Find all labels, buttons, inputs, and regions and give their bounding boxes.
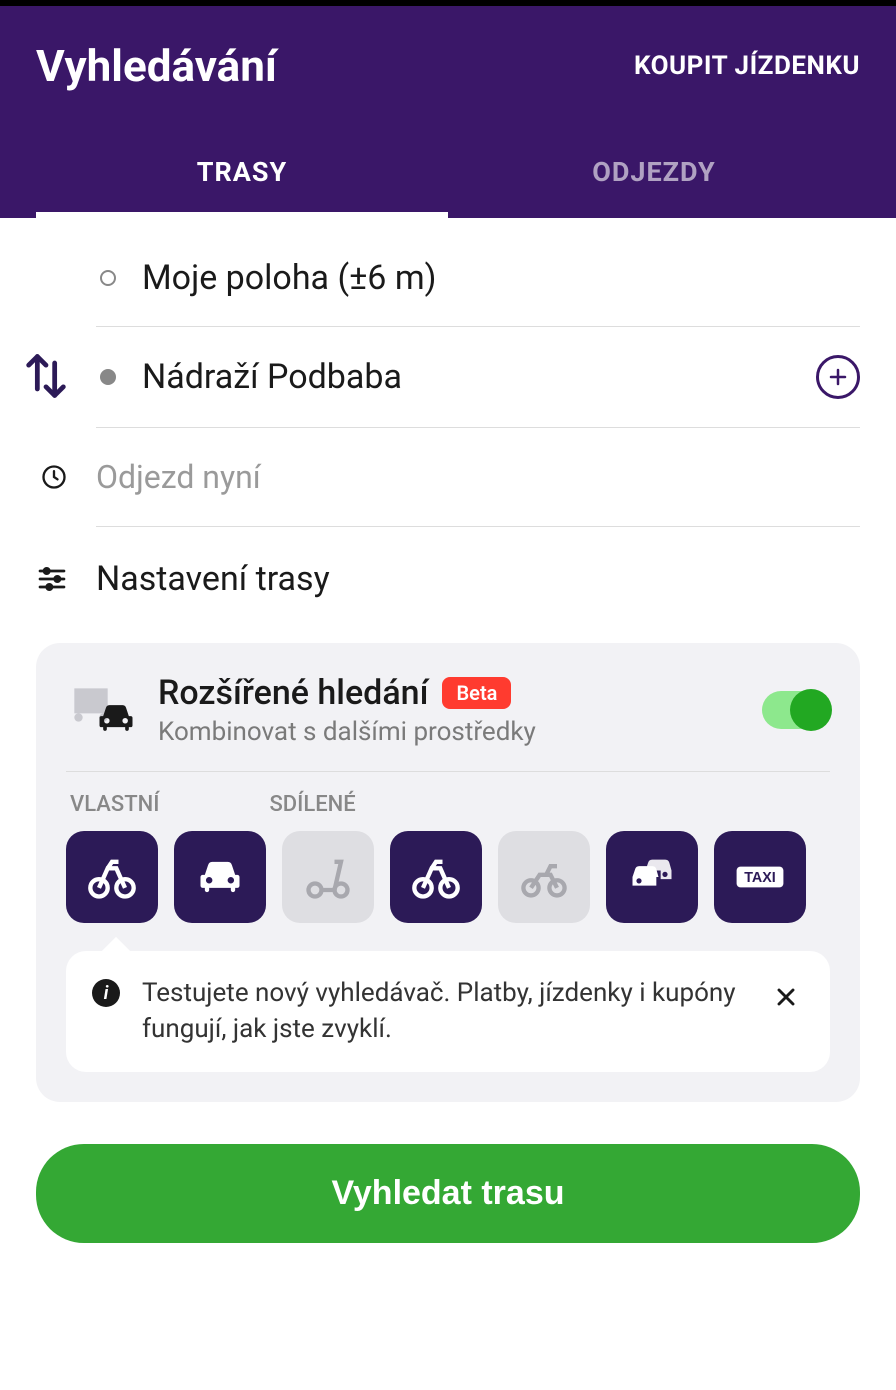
- bike-icon: [86, 851, 138, 903]
- origin-marker-icon: [100, 270, 116, 286]
- destination-marker-icon: [100, 369, 116, 385]
- from-field: Moje poloha (±6 m): [142, 258, 860, 298]
- info-icon: i: [92, 979, 120, 1007]
- close-icon: [772, 983, 800, 1011]
- card-subtitle: Kombinovat s dalšími prostředky: [158, 717, 742, 747]
- label-shared: SDÍLENÉ: [269, 792, 355, 817]
- to-row[interactable]: Nádraží Podbaba: [96, 327, 860, 428]
- page-title: Vyhledávání: [36, 40, 277, 92]
- route-settings-row[interactable]: Nastavení trasy: [36, 527, 860, 623]
- bike-icon: [410, 851, 462, 903]
- tab-departures[interactable]: ODJEZDY: [448, 132, 860, 218]
- motorbike-icon: [518, 851, 570, 903]
- swap-icon: [20, 350, 72, 402]
- note-text: Testujete nový vyhledávač. Platby, jízde…: [142, 975, 746, 1048]
- mode-own-car[interactable]: [174, 831, 266, 923]
- mode-taxi[interactable]: TAXI: [714, 831, 806, 923]
- time-row[interactable]: Odjezd nyní: [96, 428, 860, 527]
- search-route-button[interactable]: Vyhledat trasu: [36, 1144, 860, 1243]
- extended-search-card: Rozšířené hledání Beta Kombinovat s dalš…: [36, 643, 860, 1102]
- toggle-knob: [790, 689, 832, 731]
- tab-bar: TRASY ODJEZDY: [36, 132, 860, 218]
- to-field: Nádraží Podbaba: [142, 357, 816, 397]
- close-note-button[interactable]: [768, 979, 804, 1019]
- mode-shared-bike[interactable]: [390, 831, 482, 923]
- taxi-icon: TAXI: [734, 851, 786, 903]
- route-settings-label: Nastavení trasy: [96, 559, 330, 599]
- time-field: Odjezd nyní: [96, 458, 261, 496]
- scooter-icon: [302, 851, 354, 903]
- plus-icon: [826, 365, 850, 389]
- mode-row: TAXI: [66, 831, 830, 923]
- add-via-button[interactable]: [816, 355, 860, 399]
- car-icon: [194, 851, 246, 903]
- beta-note: i Testujete nový vyhledávač. Platby, jíz…: [66, 951, 830, 1072]
- from-row[interactable]: Moje poloha (±6 m): [96, 218, 860, 327]
- card-title: Rozšířené hledání: [158, 673, 428, 713]
- mode-shared-motorbike[interactable]: [498, 831, 590, 923]
- carshare-icon: [626, 851, 678, 903]
- mode-shared-scooter[interactable]: [282, 831, 374, 923]
- label-own: VLASTNÍ: [70, 792, 159, 817]
- beta-badge: Beta: [442, 677, 511, 709]
- svg-text:TAXI: TAXI: [744, 870, 776, 886]
- transport-combo-icon: [66, 680, 138, 740]
- mode-own-bike[interactable]: [66, 831, 158, 923]
- tab-routes[interactable]: TRASY: [36, 132, 448, 218]
- swap-button[interactable]: [18, 348, 74, 404]
- clock-icon: [40, 463, 68, 491]
- app-header: Vyhledávání KOUPIT JÍZDENKU TRASY ODJEZD…: [0, 6, 896, 218]
- extended-search-toggle[interactable]: [762, 691, 830, 729]
- buy-ticket-button[interactable]: KOUPIT JÍZDENKU: [634, 51, 860, 81]
- sliders-icon: [36, 563, 68, 595]
- mode-shared-car[interactable]: [606, 831, 698, 923]
